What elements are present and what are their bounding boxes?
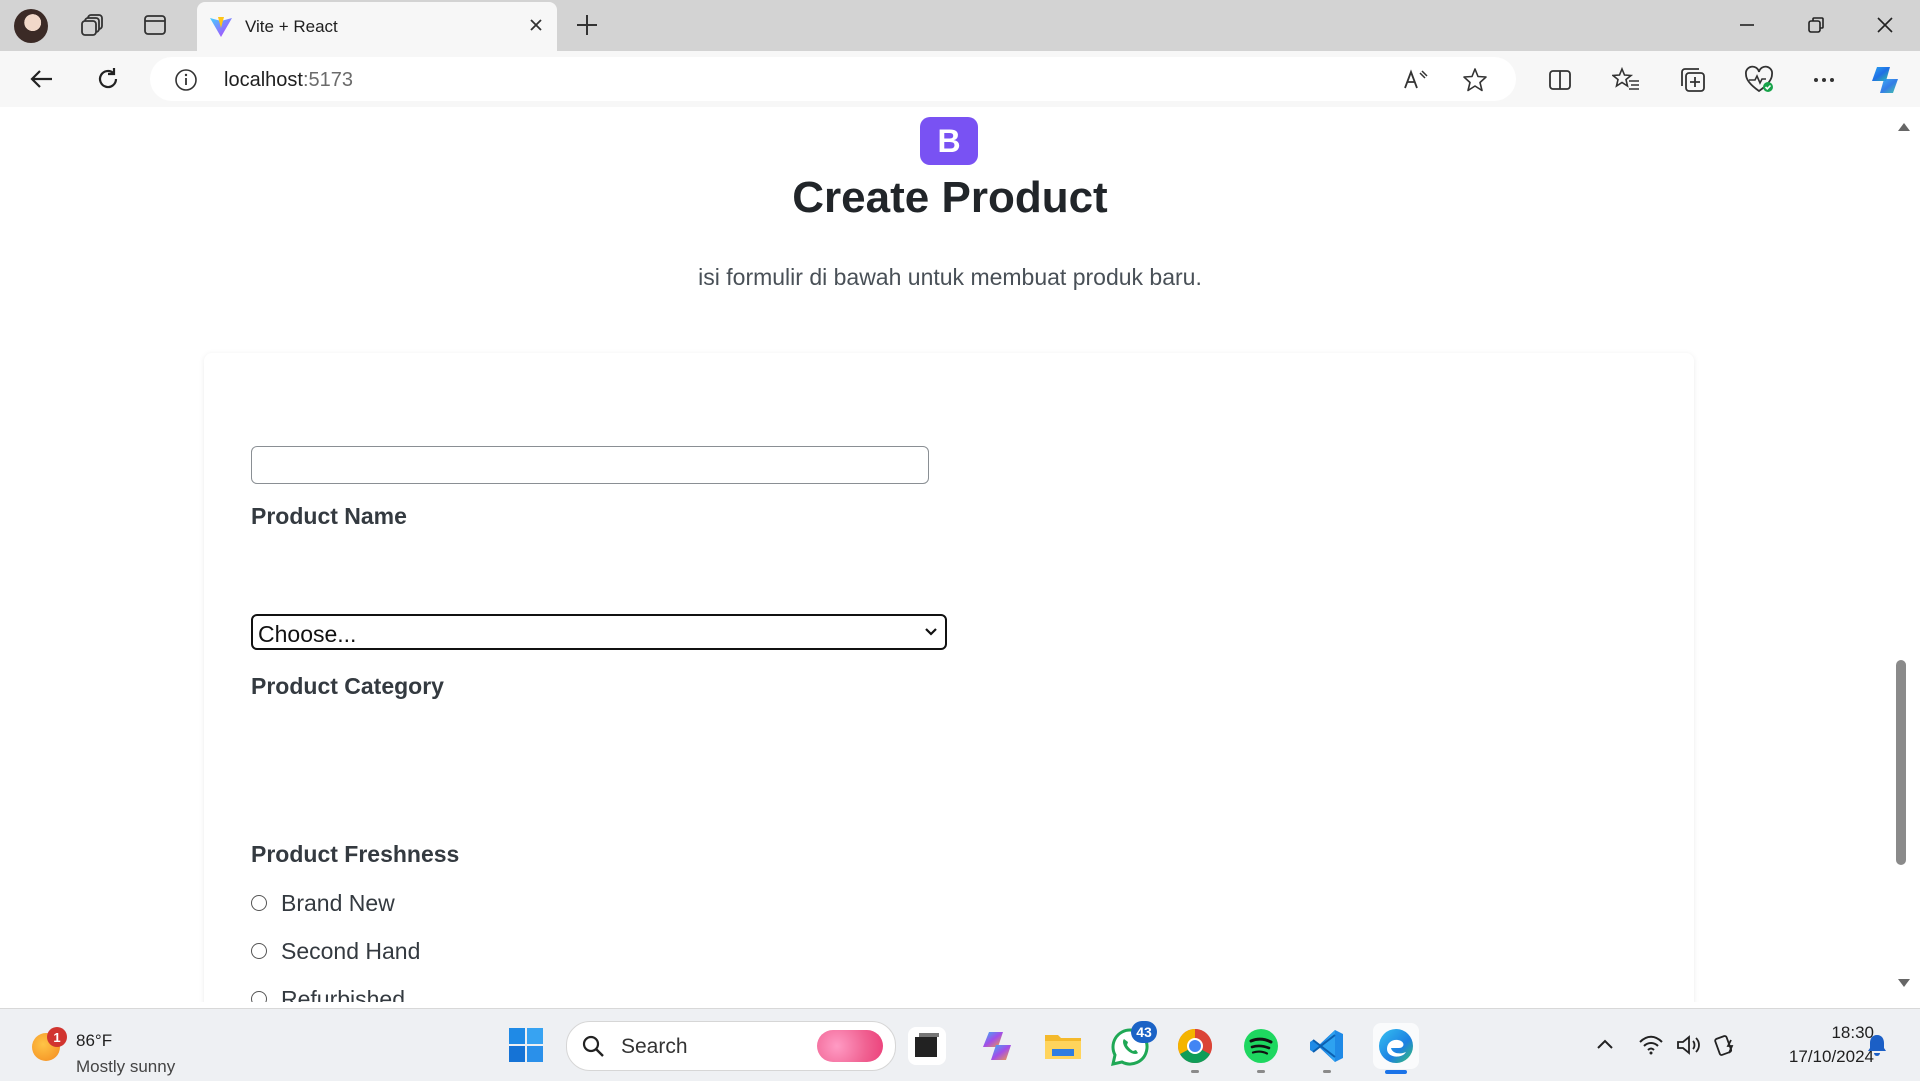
- wifi-icon[interactable]: [1638, 1034, 1664, 1061]
- whatsapp-notification-badge: 43: [1131, 1021, 1157, 1043]
- chevron-down-icon: [923, 625, 939, 644]
- volume-icon[interactable]: [1676, 1034, 1702, 1061]
- more-options-icon[interactable]: [1807, 63, 1841, 97]
- bootstrap-logo: B: [920, 117, 978, 165]
- system-clock[interactable]: 18:30 17/10/2024: [1762, 1023, 1874, 1067]
- page-scrollbar[interactable]: [1894, 107, 1914, 1002]
- close-window-icon[interactable]: [1865, 8, 1905, 42]
- vscode-running-indicator: [1323, 1070, 1331, 1073]
- clock-date: 17/10/2024: [1788, 1047, 1874, 1066]
- browser-essentials-icon[interactable]: [1742, 63, 1776, 97]
- product-form: Product Name Product Category Choose... …: [204, 353, 1694, 1002]
- address-bar[interactable]: localhost:5173: [150, 57, 1516, 101]
- favorite-star-icon[interactable]: [1462, 67, 1488, 98]
- edge-icon[interactable]: [1373, 1023, 1419, 1069]
- page-subtitle: isi formulir di bawah untuk membuat prod…: [698, 264, 1202, 290]
- minimize-icon[interactable]: [1727, 8, 1767, 42]
- edge-active-indicator: [1385, 1070, 1407, 1074]
- new-tab-icon[interactable]: [570, 8, 604, 47]
- notification-bell-icon[interactable]: [1866, 1033, 1888, 1062]
- product-category-label: Product Category: [251, 673, 444, 699]
- profile-avatar[interactable]: [14, 9, 48, 43]
- vite-logo-icon: [209, 15, 233, 44]
- chrome-icon[interactable]: [1176, 1027, 1214, 1065]
- page-title: Create Product: [792, 173, 1108, 222]
- copilot-icon[interactable]: [1868, 63, 1902, 97]
- weather-temp: 86°F: [76, 1031, 113, 1050]
- search-icon: [581, 1034, 605, 1063]
- url-text: localhost:5173: [224, 69, 353, 91]
- spotify-running-indicator: [1257, 1070, 1265, 1073]
- chrome-running-indicator: [1191, 1070, 1199, 1073]
- product-category-select[interactable]: Choose...: [251, 614, 947, 650]
- close-tab-icon[interactable]: [525, 14, 547, 41]
- product-name-input[interactable]: [251, 446, 929, 484]
- radio-button[interactable]: [251, 943, 267, 959]
- scroll-down-arrow-icon[interactable]: [1897, 976, 1911, 994]
- radio-button[interactable]: [251, 895, 267, 911]
- browser-tab-bar: Vite + React: [0, 0, 1920, 51]
- radio-second-hand[interactable]: Second Hand: [251, 936, 420, 966]
- favorites-icon[interactable]: [1609, 63, 1643, 97]
- vscode-icon[interactable]: [1308, 1027, 1346, 1065]
- selected-category: Choose...: [258, 621, 357, 647]
- search-highlight-image: [817, 1030, 883, 1062]
- radio-label: Refurbished: [281, 985, 406, 1003]
- back-icon[interactable]: [22, 61, 62, 97]
- weather-badge: 1: [47, 1027, 67, 1047]
- site-info-icon[interactable]: [174, 68, 198, 97]
- restore-icon[interactable]: [1796, 8, 1836, 42]
- file-explorer-icon[interactable]: [1043, 1027, 1081, 1065]
- tab-title: Vite + React: [245, 17, 338, 36]
- product-freshness-label: Product Freshness: [251, 841, 460, 867]
- clock-time: 18:30: [1831, 1023, 1874, 1042]
- read-aloud-icon[interactable]: [1402, 67, 1428, 98]
- radio-refurbished[interactable]: Refurbished: [251, 984, 405, 1002]
- show-hidden-icons-chevron-up-icon[interactable]: [1594, 1034, 1616, 1059]
- search-label: Search: [621, 1035, 688, 1058]
- scrollbar-thumb[interactable]: [1896, 660, 1906, 865]
- scroll-up-arrow-icon[interactable]: [1897, 120, 1911, 138]
- radio-label: Brand New: [281, 889, 395, 916]
- taskbar-search[interactable]: Search: [566, 1021, 896, 1071]
- radio-label: Second Hand: [281, 937, 421, 964]
- tab-actions-icon[interactable]: [135, 6, 175, 44]
- tab-vite-react[interactable]: Vite + React: [197, 2, 557, 51]
- windows-taskbar: 1 86°F Mostly sunny Search 43 18:30 17/1…: [0, 1008, 1920, 1081]
- start-windows-icon[interactable]: [508, 1027, 544, 1063]
- refresh-icon[interactable]: [88, 61, 128, 97]
- page-viewport: B Create Product isi formulir di bawah u…: [6, 107, 1894, 1002]
- radio-brand-new[interactable]: Brand New: [251, 888, 395, 918]
- copilot-app-icon[interactable]: [978, 1027, 1016, 1065]
- browser-toolbar: localhost:5173: [0, 51, 1920, 107]
- split-screen-icon[interactable]: [1543, 63, 1577, 97]
- workspaces-icon[interactable]: [73, 6, 113, 44]
- radio-button[interactable]: [251, 991, 267, 1002]
- spotify-icon[interactable]: [1242, 1027, 1280, 1065]
- battery-charging-icon[interactable]: [1713, 1034, 1739, 1061]
- task-view-icon[interactable]: [908, 1027, 946, 1065]
- weather-condition: Mostly sunny: [76, 1057, 176, 1076]
- product-name-label: Product Name: [251, 503, 407, 529]
- collections-icon[interactable]: [1676, 63, 1710, 97]
- weather-widget[interactable]: 1 86°F Mostly sunny: [28, 1021, 218, 1076]
